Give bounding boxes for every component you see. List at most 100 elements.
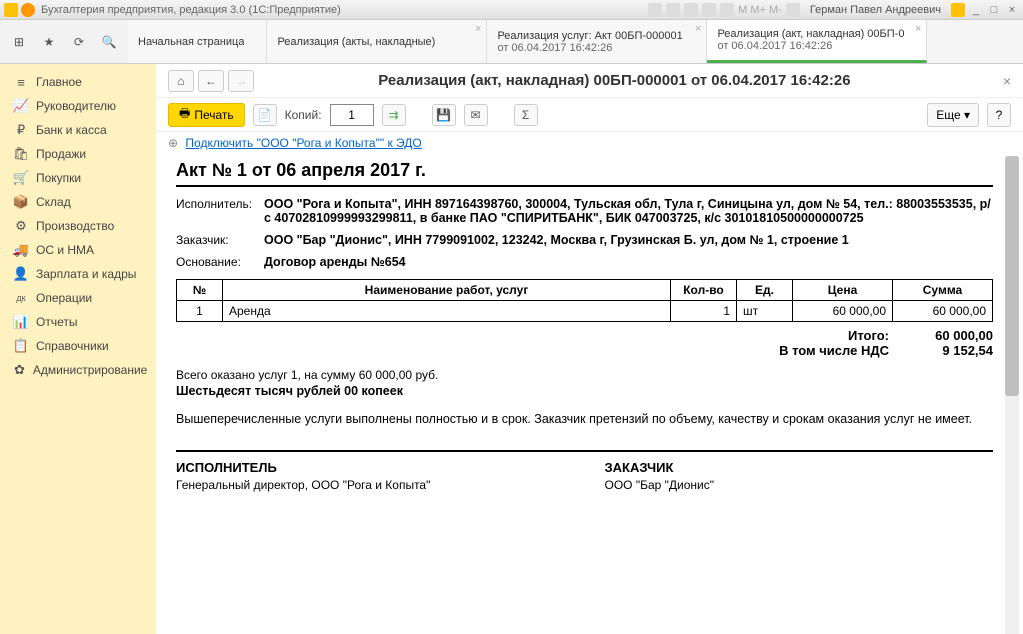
nav-bank[interactable]: ₽Банк и касса	[0, 118, 156, 142]
nav-forward-button[interactable]: →	[228, 70, 254, 92]
document-tabs: ⊞ ★ ⟳ 🔍 Начальная страница Реализация (а…	[0, 20, 1023, 64]
toolbar-icon[interactable]	[648, 3, 662, 17]
email-button[interactable]: ✉	[464, 104, 488, 126]
customer-label: Заказчик:	[176, 233, 264, 247]
page-title: Реализация (акт, накладная) 00БП-000001 …	[266, 72, 963, 89]
executor-value: ООО "Рога и Копыта", ИНН 897164398760, 3…	[264, 197, 993, 225]
copies-label: Копий:	[285, 108, 322, 122]
document-body: Акт № 1 от 06 апреля 2017 г. Исполнитель…	[166, 156, 1003, 512]
tab-close-icon[interactable]: ×	[475, 23, 481, 35]
tab-invoice-active[interactable]: Реализация (акт, накладная) 00БП-000001 …	[707, 20, 927, 63]
close-window-button[interactable]: ×	[1005, 3, 1019, 17]
list-icon: 📋	[14, 339, 28, 353]
printer-icon: 🖶	[179, 104, 190, 125]
star-icon[interactable]: ★	[41, 34, 57, 50]
send-button[interactable]: ⇉	[382, 104, 406, 126]
settings-icon: ✿	[14, 363, 25, 377]
apps-icon[interactable]: ⊞	[11, 34, 27, 50]
cart-icon: 🛒	[14, 171, 28, 185]
operations-icon: дк	[14, 291, 28, 305]
nav-assets[interactable]: 🚚ОС и НМА	[0, 238, 156, 262]
nav-manager[interactable]: 📈Руководителю	[0, 94, 156, 118]
page-header: ⌂ ← → Реализация (акт, накладная) 00БП-0…	[156, 64, 1023, 98]
preview-button[interactable]: 📄	[253, 104, 277, 126]
edo-link-row: ⊕ Подключить "ООО "Рога и Копыта"" к ЭДО	[156, 132, 1023, 156]
tab-act[interactable]: Реализация услуг: Акт 00БП-000001 от 06.…	[487, 20, 707, 63]
tab-close-icon[interactable]: ×	[695, 23, 701, 35]
toolbar-icon[interactable]	[702, 3, 716, 17]
table-row: 1 Аренда 1 шт 60 000,00 60 000,00	[177, 301, 993, 322]
link-icon: ⊕	[168, 136, 178, 150]
edo-link[interactable]: Подключить "ООО "Рога и Копыта"" к ЭДО	[185, 136, 421, 150]
scroll-thumb[interactable]	[1005, 156, 1019, 396]
nav-purchases[interactable]: 🛒Покупки	[0, 166, 156, 190]
nav-dictionaries[interactable]: 📋Справочники	[0, 334, 156, 358]
executor-label: Исполнитель:	[176, 197, 264, 225]
vertical-scrollbar[interactable]	[1005, 156, 1019, 634]
col-name: Наименование работ, услуг	[223, 280, 671, 301]
summary-line: Всего оказано услуг 1, на сумму 60 000,0…	[176, 368, 993, 382]
ruble-icon: ₽	[14, 123, 28, 137]
col-num: №	[177, 280, 223, 301]
nav-main[interactable]: ≡Главное	[0, 70, 156, 94]
home-button[interactable]: ⌂	[168, 70, 194, 92]
nav-back-button[interactable]: ←	[198, 70, 224, 92]
document-viewport: Акт № 1 от 06 апреля 2017 г. Исполнитель…	[156, 156, 1023, 634]
nav-salary[interactable]: 👤Зарплата и кадры	[0, 262, 156, 286]
person-icon: 👤	[14, 267, 28, 281]
app-title: Бухгалтерия предприятия, редакция 3.0 (1…	[41, 4, 341, 16]
maximize-button[interactable]: □	[987, 3, 1001, 17]
disclaimer: Вышеперечисленные услуги выполнены полно…	[176, 412, 993, 426]
sig-executor: ИСПОЛНИТЕЛЬ Генеральный директор, ООО "Р…	[176, 460, 565, 492]
signatures: ИСПОЛНИТЕЛЬ Генеральный директор, ООО "Р…	[176, 450, 993, 492]
toolbar-icon[interactable]	[720, 3, 734, 17]
gear-icon: ⚙	[14, 219, 28, 233]
tab-start-page[interactable]: Начальная страница	[128, 20, 267, 63]
left-tool-strip: ⊞ ★ ⟳ 🔍	[0, 20, 128, 63]
save-button[interactable]: 💾	[432, 104, 456, 126]
report-icon: 📊	[14, 315, 28, 329]
nav-production[interactable]: ⚙Производство	[0, 214, 156, 238]
nav-admin[interactable]: ✿Администрирование	[0, 358, 156, 382]
nav-sidebar: ≡Главное 📈Руководителю ₽Банк и касса 🛍Пр…	[0, 64, 156, 634]
menu-icon: ≡	[14, 75, 28, 89]
minimize-button[interactable]: _	[969, 3, 983, 17]
truck-icon: 🚚	[14, 243, 28, 257]
back-icon[interactable]	[21, 3, 35, 17]
current-user: Герман Павел Андреевич	[810, 4, 941, 16]
tab-close-icon[interactable]: ×	[915, 23, 921, 35]
nav-reports[interactable]: 📊Отчеты	[0, 310, 156, 334]
window-titlebar: Бухгалтерия предприятия, редакция 3.0 (1…	[0, 0, 1023, 20]
page-close-button[interactable]: ×	[1003, 73, 1011, 89]
services-table: № Наименование работ, услуг Кол-во Ед. Ц…	[176, 279, 993, 322]
app-icon	[4, 3, 18, 17]
basis-value: Договор аренды №654	[264, 255, 993, 269]
box-icon: 📦	[14, 195, 28, 209]
nav-sales[interactable]: 🛍Продажи	[0, 142, 156, 166]
col-qty: Кол-во	[671, 280, 737, 301]
nav-warehouse[interactable]: 📦Склад	[0, 190, 156, 214]
user-avatar-icon[interactable]	[786, 3, 800, 17]
m-plus-icons[interactable]: M M+ M-	[738, 4, 782, 16]
more-button[interactable]: Еще ▾	[927, 103, 979, 127]
help-button[interactable]: ?	[987, 103, 1011, 127]
history-icon[interactable]: ⟳	[71, 34, 87, 50]
toolbar-icon[interactable]	[684, 3, 698, 17]
action-bar: 🖶 Печать 📄 Копий: ⇉ 💾 ✉ Σ Еще ▾ ?	[156, 98, 1023, 132]
customer-value: ООО "Бар "Дионис", ИНН 7799091002, 12324…	[264, 233, 993, 247]
sum-button[interactable]: Σ	[514, 104, 538, 126]
bag-icon: 🛍	[14, 147, 28, 161]
info-icon[interactable]	[951, 3, 965, 17]
search-icon[interactable]: 🔍	[101, 34, 117, 50]
print-button[interactable]: 🖶 Печать	[168, 103, 245, 127]
tab-realizations[interactable]: Реализация (акты, накладные) ×	[267, 20, 487, 63]
sig-customer: ЗАКАЗЧИК ООО "Бар "Дионис"	[605, 460, 994, 492]
amount-in-words: Шестьдесят тысяч рублей 00 копеек	[176, 384, 993, 398]
toolbar-icon[interactable]	[666, 3, 680, 17]
col-price: Цена	[793, 280, 893, 301]
chart-icon: 📈	[14, 99, 28, 113]
content-area: ⌂ ← → Реализация (акт, накладная) 00БП-0…	[156, 64, 1023, 634]
col-sum: Сумма	[893, 280, 993, 301]
nav-operations[interactable]: дкОперации	[0, 286, 156, 310]
copies-input[interactable]	[330, 104, 374, 126]
